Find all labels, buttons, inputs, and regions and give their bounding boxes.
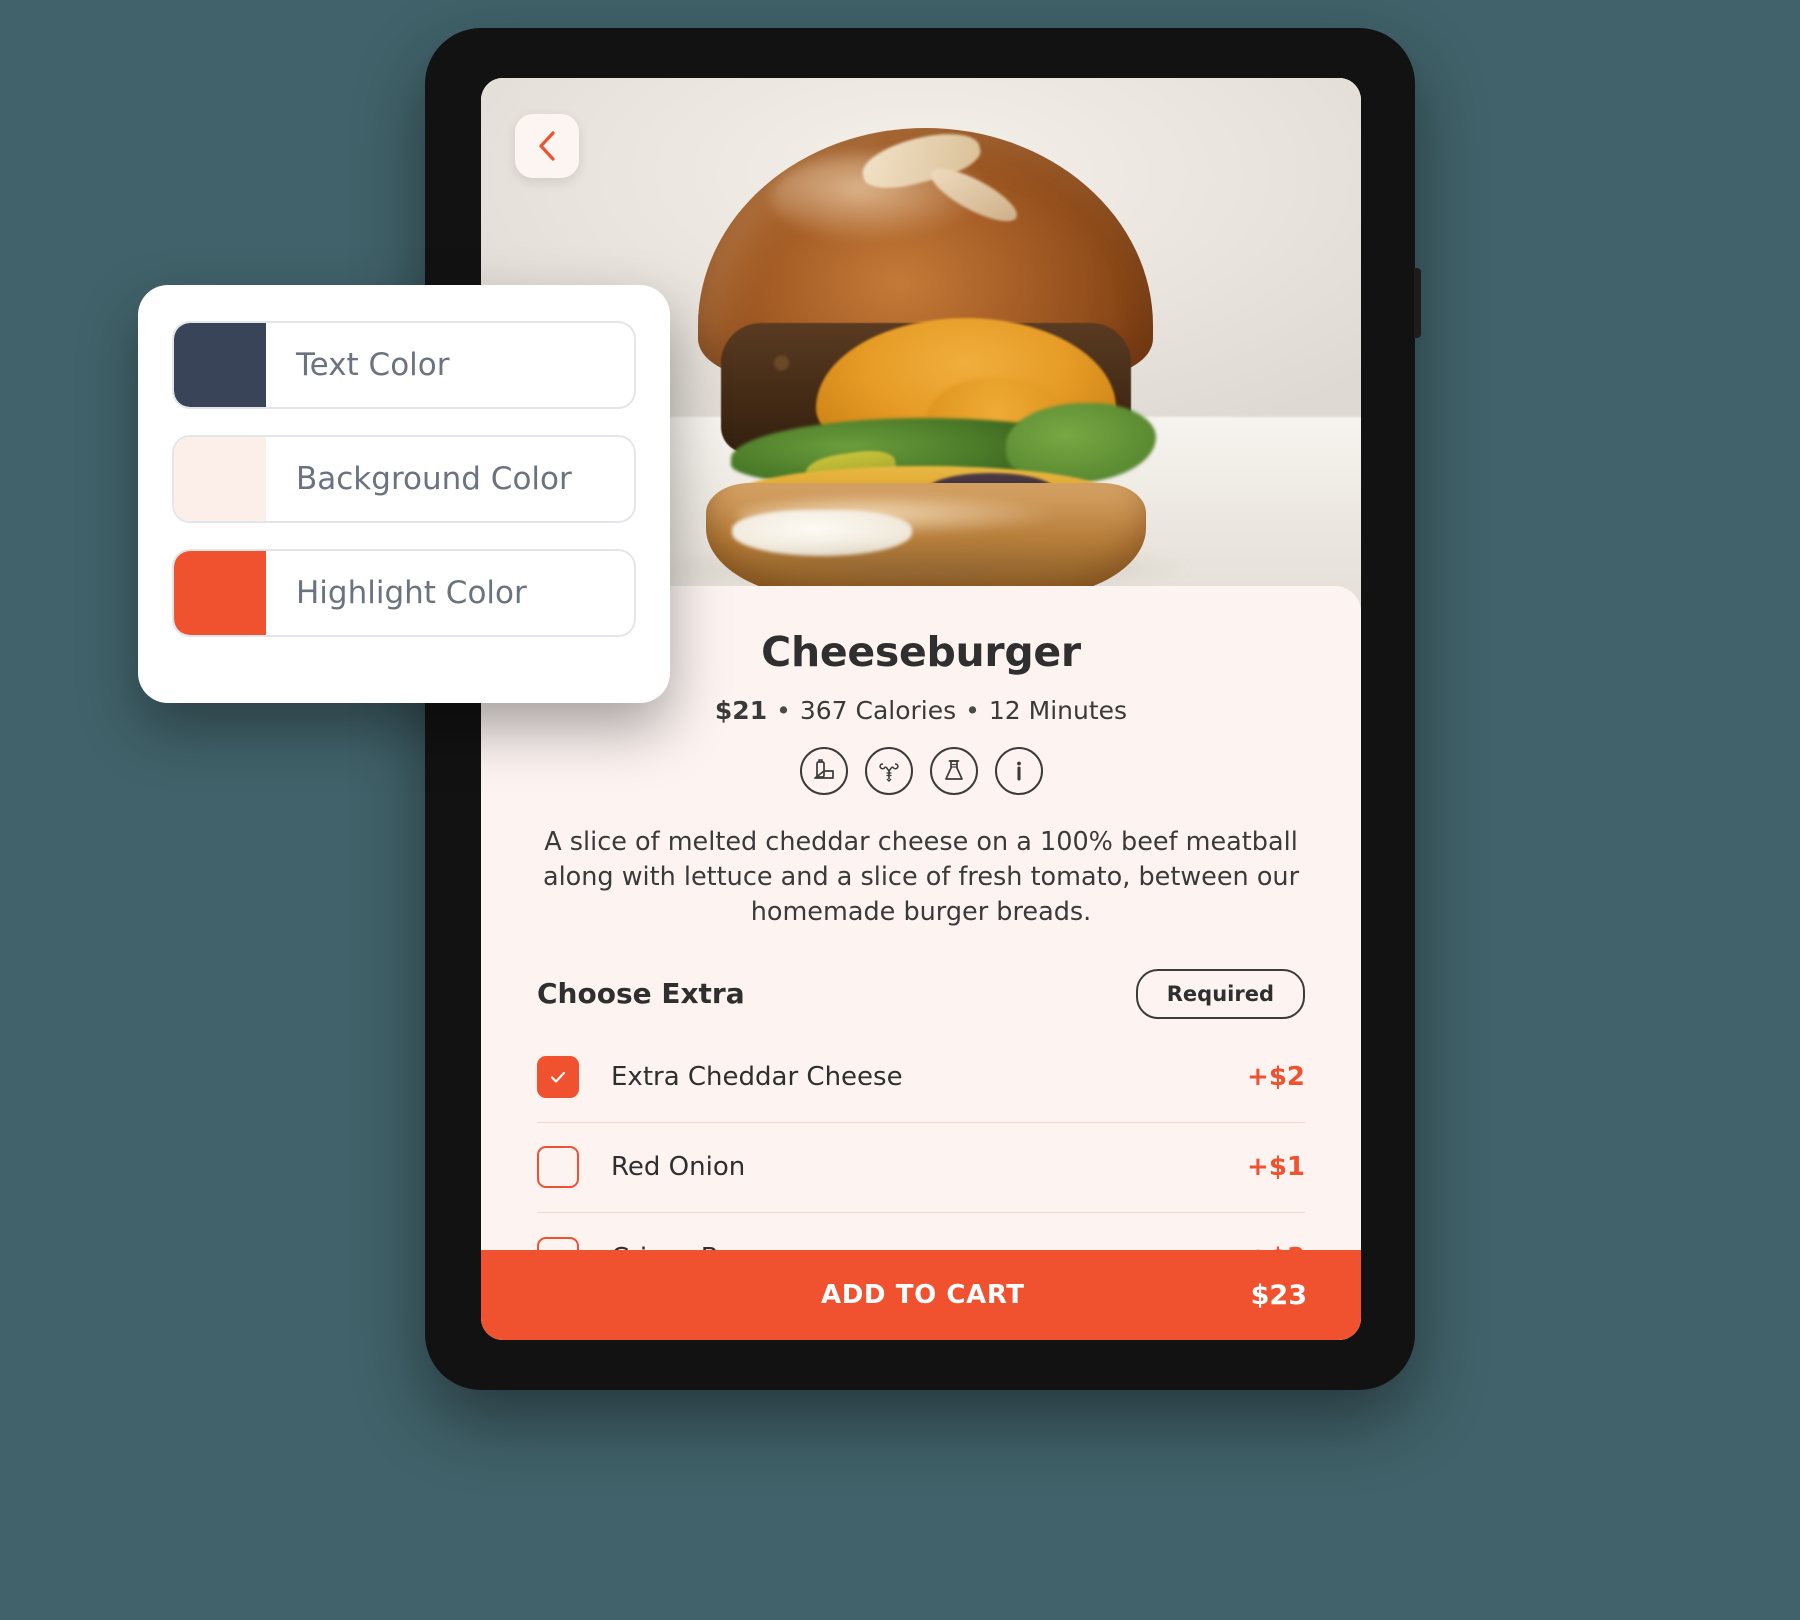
meta-separator-2: • bbox=[965, 696, 980, 725]
shellfish-icon[interactable] bbox=[864, 747, 913, 795]
color-label: Highlight Color bbox=[296, 575, 527, 611]
extras-header: Choose Extra Required bbox=[537, 968, 1305, 1019]
check-icon bbox=[550, 1072, 566, 1083]
color-row-background-color[interactable]: Background Color bbox=[172, 435, 636, 523]
add-to-cart-button[interactable]: ADD TO CART $23 bbox=[481, 1250, 1361, 1340]
flask-icon[interactable] bbox=[929, 747, 978, 795]
list-item[interactable]: Red Onion +$1 bbox=[537, 1123, 1305, 1213]
color-picker-panel: Text Color Background Color Highlight Co… bbox=[138, 285, 670, 703]
device-side-button[interactable] bbox=[1414, 268, 1421, 338]
color-row-text-color[interactable]: Text Color bbox=[172, 321, 636, 409]
burger-illustration bbox=[676, 124, 1176, 598]
option-checkbox-red-onion[interactable] bbox=[537, 1146, 579, 1189]
option-label: Extra Cheddar Cheese bbox=[611, 1062, 903, 1093]
add-to-cart-label: ADD TO CART bbox=[821, 1280, 1025, 1310]
tablet-screen: Cheeseburger $21 • 367 Calories • 12 Minutes bbox=[481, 78, 1361, 1340]
color-row-highlight-color[interactable]: Highlight Color bbox=[172, 549, 636, 637]
option-price: +$1 bbox=[1247, 1152, 1305, 1183]
allergen-badge-row bbox=[481, 747, 1361, 795]
product-price: $21 bbox=[714, 696, 768, 725]
option-checkbox-extra-cheddar-cheese[interactable] bbox=[537, 1056, 579, 1099]
color-label: Text Color bbox=[296, 347, 450, 383]
color-swatch-text-color[interactable] bbox=[174, 323, 266, 407]
dairy-icon[interactable] bbox=[799, 747, 848, 795]
option-label: Red Onion bbox=[611, 1152, 746, 1183]
option-price: +$2 bbox=[1247, 1062, 1305, 1093]
list-item[interactable]: Extra Cheddar Cheese +$2 bbox=[537, 1033, 1305, 1123]
product-prep-time: 12 Minutes bbox=[988, 696, 1128, 725]
color-label: Background Color bbox=[296, 461, 572, 497]
meta-separator-1: • bbox=[776, 696, 791, 725]
back-button[interactable] bbox=[515, 114, 579, 178]
color-swatch-highlight-color[interactable] bbox=[174, 551, 266, 635]
info-icon[interactable] bbox=[994, 747, 1043, 795]
color-swatch-background-color[interactable] bbox=[174, 437, 266, 521]
extras-title: Choose Extra bbox=[537, 977, 745, 1011]
product-calories: 367 Calories bbox=[799, 696, 957, 725]
required-badge[interactable]: Required bbox=[1135, 968, 1305, 1019]
tablet-device-frame: Cheeseburger $21 • 367 Calories • 12 Minutes bbox=[425, 28, 1421, 1390]
cart-total-price: $23 bbox=[1250, 1279, 1307, 1311]
chevron-left-icon bbox=[539, 131, 555, 161]
product-description: A slice of melted cheddar cheese on a 10… bbox=[542, 827, 1300, 928]
